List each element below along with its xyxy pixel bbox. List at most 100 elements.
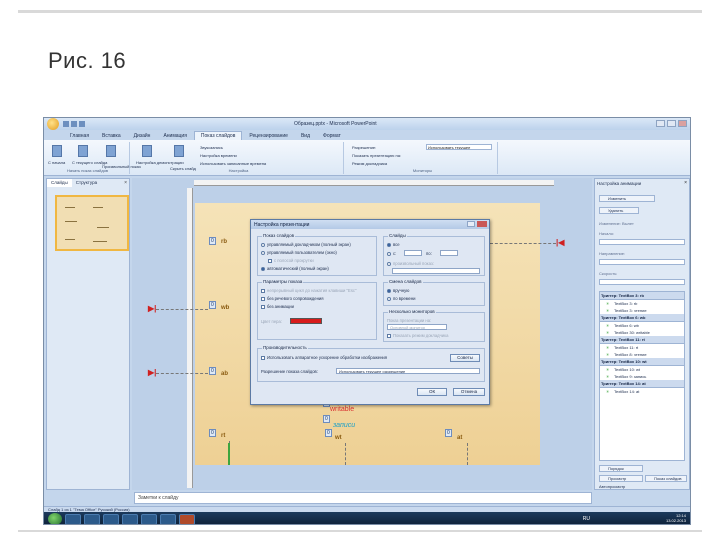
taskbar-powerpoint-icon[interactable] [179, 513, 195, 524]
help-icon[interactable] [467, 221, 475, 227]
shape-label[interactable]: rb [221, 239, 227, 245]
animation-tag[interactable]: 0 [209, 429, 216, 437]
speed-select[interactable] [599, 279, 685, 285]
radio-all[interactable]: все [387, 242, 400, 247]
minimize-icon[interactable] [656, 120, 665, 127]
from-start-icon[interactable] [52, 145, 62, 157]
close-icon[interactable] [678, 120, 687, 127]
radio-user[interactable]: управляемый пользователем (окно) [261, 250, 337, 255]
list-item[interactable]: TextBox 10: wt [600, 366, 684, 373]
trigger-header[interactable]: Триггер: TextBox 10: wt [600, 358, 684, 366]
cancel-button[interactable]: Отмена [453, 388, 485, 396]
tab-slide-show[interactable]: Показ слайдов [193, 131, 243, 140]
language-indicator[interactable]: RU [583, 516, 590, 522]
shape-label[interactable]: at [457, 435, 462, 441]
tab-view[interactable]: Вид [295, 132, 316, 140]
slide-show-button[interactable]: Показ слайдов [645, 475, 687, 482]
start-button-icon[interactable] [48, 513, 62, 524]
tab-outline[interactable]: Структура [72, 179, 101, 187]
pen-color-picker[interactable] [290, 318, 322, 324]
record-narration-button[interactable]: Звукозапись [200, 145, 223, 150]
office-button-icon[interactable] [47, 118, 59, 130]
custom-show-select[interactable] [392, 268, 480, 274]
custom-show-icon[interactable] [106, 145, 116, 157]
animation-tag[interactable]: 0 [209, 301, 216, 309]
list-item[interactable]: TextBox 8: чтение [600, 351, 684, 358]
list-item[interactable]: TextBox 30: writable [600, 329, 684, 336]
presenter-view-checkbox[interactable]: Режим докладчика [352, 161, 387, 166]
close-icon[interactable]: × [124, 180, 127, 186]
slide-thumbnail[interactable] [55, 195, 129, 251]
notes-pane[interactable]: Заметки к слайду [134, 492, 592, 504]
animation-tag[interactable]: 0 [323, 415, 330, 423]
taskbar-app-icon[interactable] [160, 513, 176, 524]
setup-show-icon[interactable] [142, 145, 152, 157]
tips-button[interactable]: Советы [450, 354, 480, 362]
redo-icon[interactable] [79, 121, 85, 127]
animation-tag[interactable]: 0 [209, 237, 216, 245]
from-current-icon[interactable] [78, 145, 88, 157]
radio-manual[interactable]: вручную [387, 288, 409, 293]
setup-show-button[interactable]: Настройка демонстрации [136, 160, 184, 165]
list-item[interactable]: TextBox 6: wb [600, 322, 684, 329]
resolution-select[interactable]: Использовать текущее разрешение [336, 368, 480, 374]
shape-label[interactable]: rt [221, 433, 225, 439]
taskbar-chrome-icon[interactable] [84, 513, 100, 524]
maximize-icon[interactable] [667, 120, 676, 127]
taskbar-explorer-icon[interactable] [103, 513, 119, 524]
writable-text[interactable]: writable [330, 406, 354, 413]
direction-select[interactable] [599, 259, 685, 265]
tab-home[interactable]: Главная [64, 132, 95, 140]
start-select[interactable] [599, 239, 685, 245]
close-icon[interactable]: × [684, 180, 687, 186]
radio-speaker[interactable]: управляемый докладчиком (полный экран) [261, 242, 351, 247]
animation-tag[interactable]: 0 [209, 367, 216, 375]
checkbox-no-narration[interactable]: без речевого сопровождения [261, 296, 323, 301]
radio-kiosk[interactable]: автоматический (полный экран) [261, 266, 329, 271]
tab-review[interactable]: Рецензирование [243, 132, 294, 140]
animation-list[interactable]: Триггер: TextBox 3: rb TextBox 3: rb Tex… [599, 291, 685, 461]
reorder-button[interactable]: Порядок [599, 465, 643, 472]
from-start-button[interactable]: С начала [48, 160, 65, 165]
tab-slides[interactable]: Слайды [47, 179, 72, 187]
taskbar-app-icon[interactable] [141, 513, 157, 524]
motion-end-icon[interactable]: |◀ [556, 238, 564, 247]
animation-tag[interactable]: 0 [445, 429, 452, 437]
radio-from[interactable]: с: [387, 251, 396, 256]
resolution-select[interactable]: Использовать текущее [426, 144, 492, 150]
radio-timings[interactable]: по времени [387, 296, 416, 301]
hide-slide-icon[interactable] [174, 145, 184, 157]
zapisi-text[interactable]: записи [333, 422, 355, 429]
checkbox-loop[interactable]: непрерывный цикл до нажатия клавиши "Esc… [261, 288, 357, 293]
remove-effect-button[interactable]: Удалить [599, 207, 639, 214]
trigger-header[interactable]: Триггер: TextBox 14: at [600, 380, 684, 388]
to-slide-field[interactable] [440, 250, 458, 256]
list-item[interactable]: TextBox 11: rt [600, 344, 684, 351]
checkbox-no-animation[interactable]: без анимации [261, 304, 294, 309]
monitor-select[interactable]: Основной монитор [387, 324, 447, 330]
use-timings-checkbox[interactable]: Использовать записанные времена [200, 161, 266, 166]
shape-label[interactable]: ab [221, 371, 228, 377]
list-item[interactable]: TextBox 3: чтение [600, 307, 684, 314]
trigger-header[interactable]: Триггер: TextBox 3: rb [600, 292, 684, 300]
from-slide-field[interactable] [404, 250, 422, 256]
tab-animation[interactable]: Анимация [157, 132, 192, 140]
play-button[interactable]: Просмотр [599, 475, 643, 482]
close-icon[interactable] [477, 221, 487, 227]
checkbox-presenter[interactable]: Показать режим докладчика [387, 333, 448, 338]
trigger-header[interactable]: Триггер: TextBox 11: rt [600, 336, 684, 344]
ok-button[interactable]: ОК [417, 388, 447, 396]
autopreview-checkbox[interactable]: Автопросмотр [599, 484, 625, 489]
shape-label[interactable]: wb [221, 305, 229, 311]
checkbox-hw-accel[interactable]: Использовать аппаратное ускорение обрабо… [261, 355, 387, 360]
list-item[interactable]: TextBox 14: at [600, 388, 684, 395]
undo-icon[interactable] [71, 121, 77, 127]
tab-format[interactable]: Формат [317, 132, 347, 140]
animation-tag[interactable]: 0 [325, 429, 332, 437]
change-effect-button[interactable]: Изменить [599, 195, 655, 202]
tab-insert[interactable]: Вставка [96, 132, 127, 140]
taskbar-ie-icon[interactable] [65, 513, 81, 524]
list-item[interactable]: TextBox 9: запись [600, 373, 684, 380]
rehearse-timings-button[interactable]: Настройка времени [200, 153, 237, 158]
taskbar-app-icon[interactable] [122, 513, 138, 524]
